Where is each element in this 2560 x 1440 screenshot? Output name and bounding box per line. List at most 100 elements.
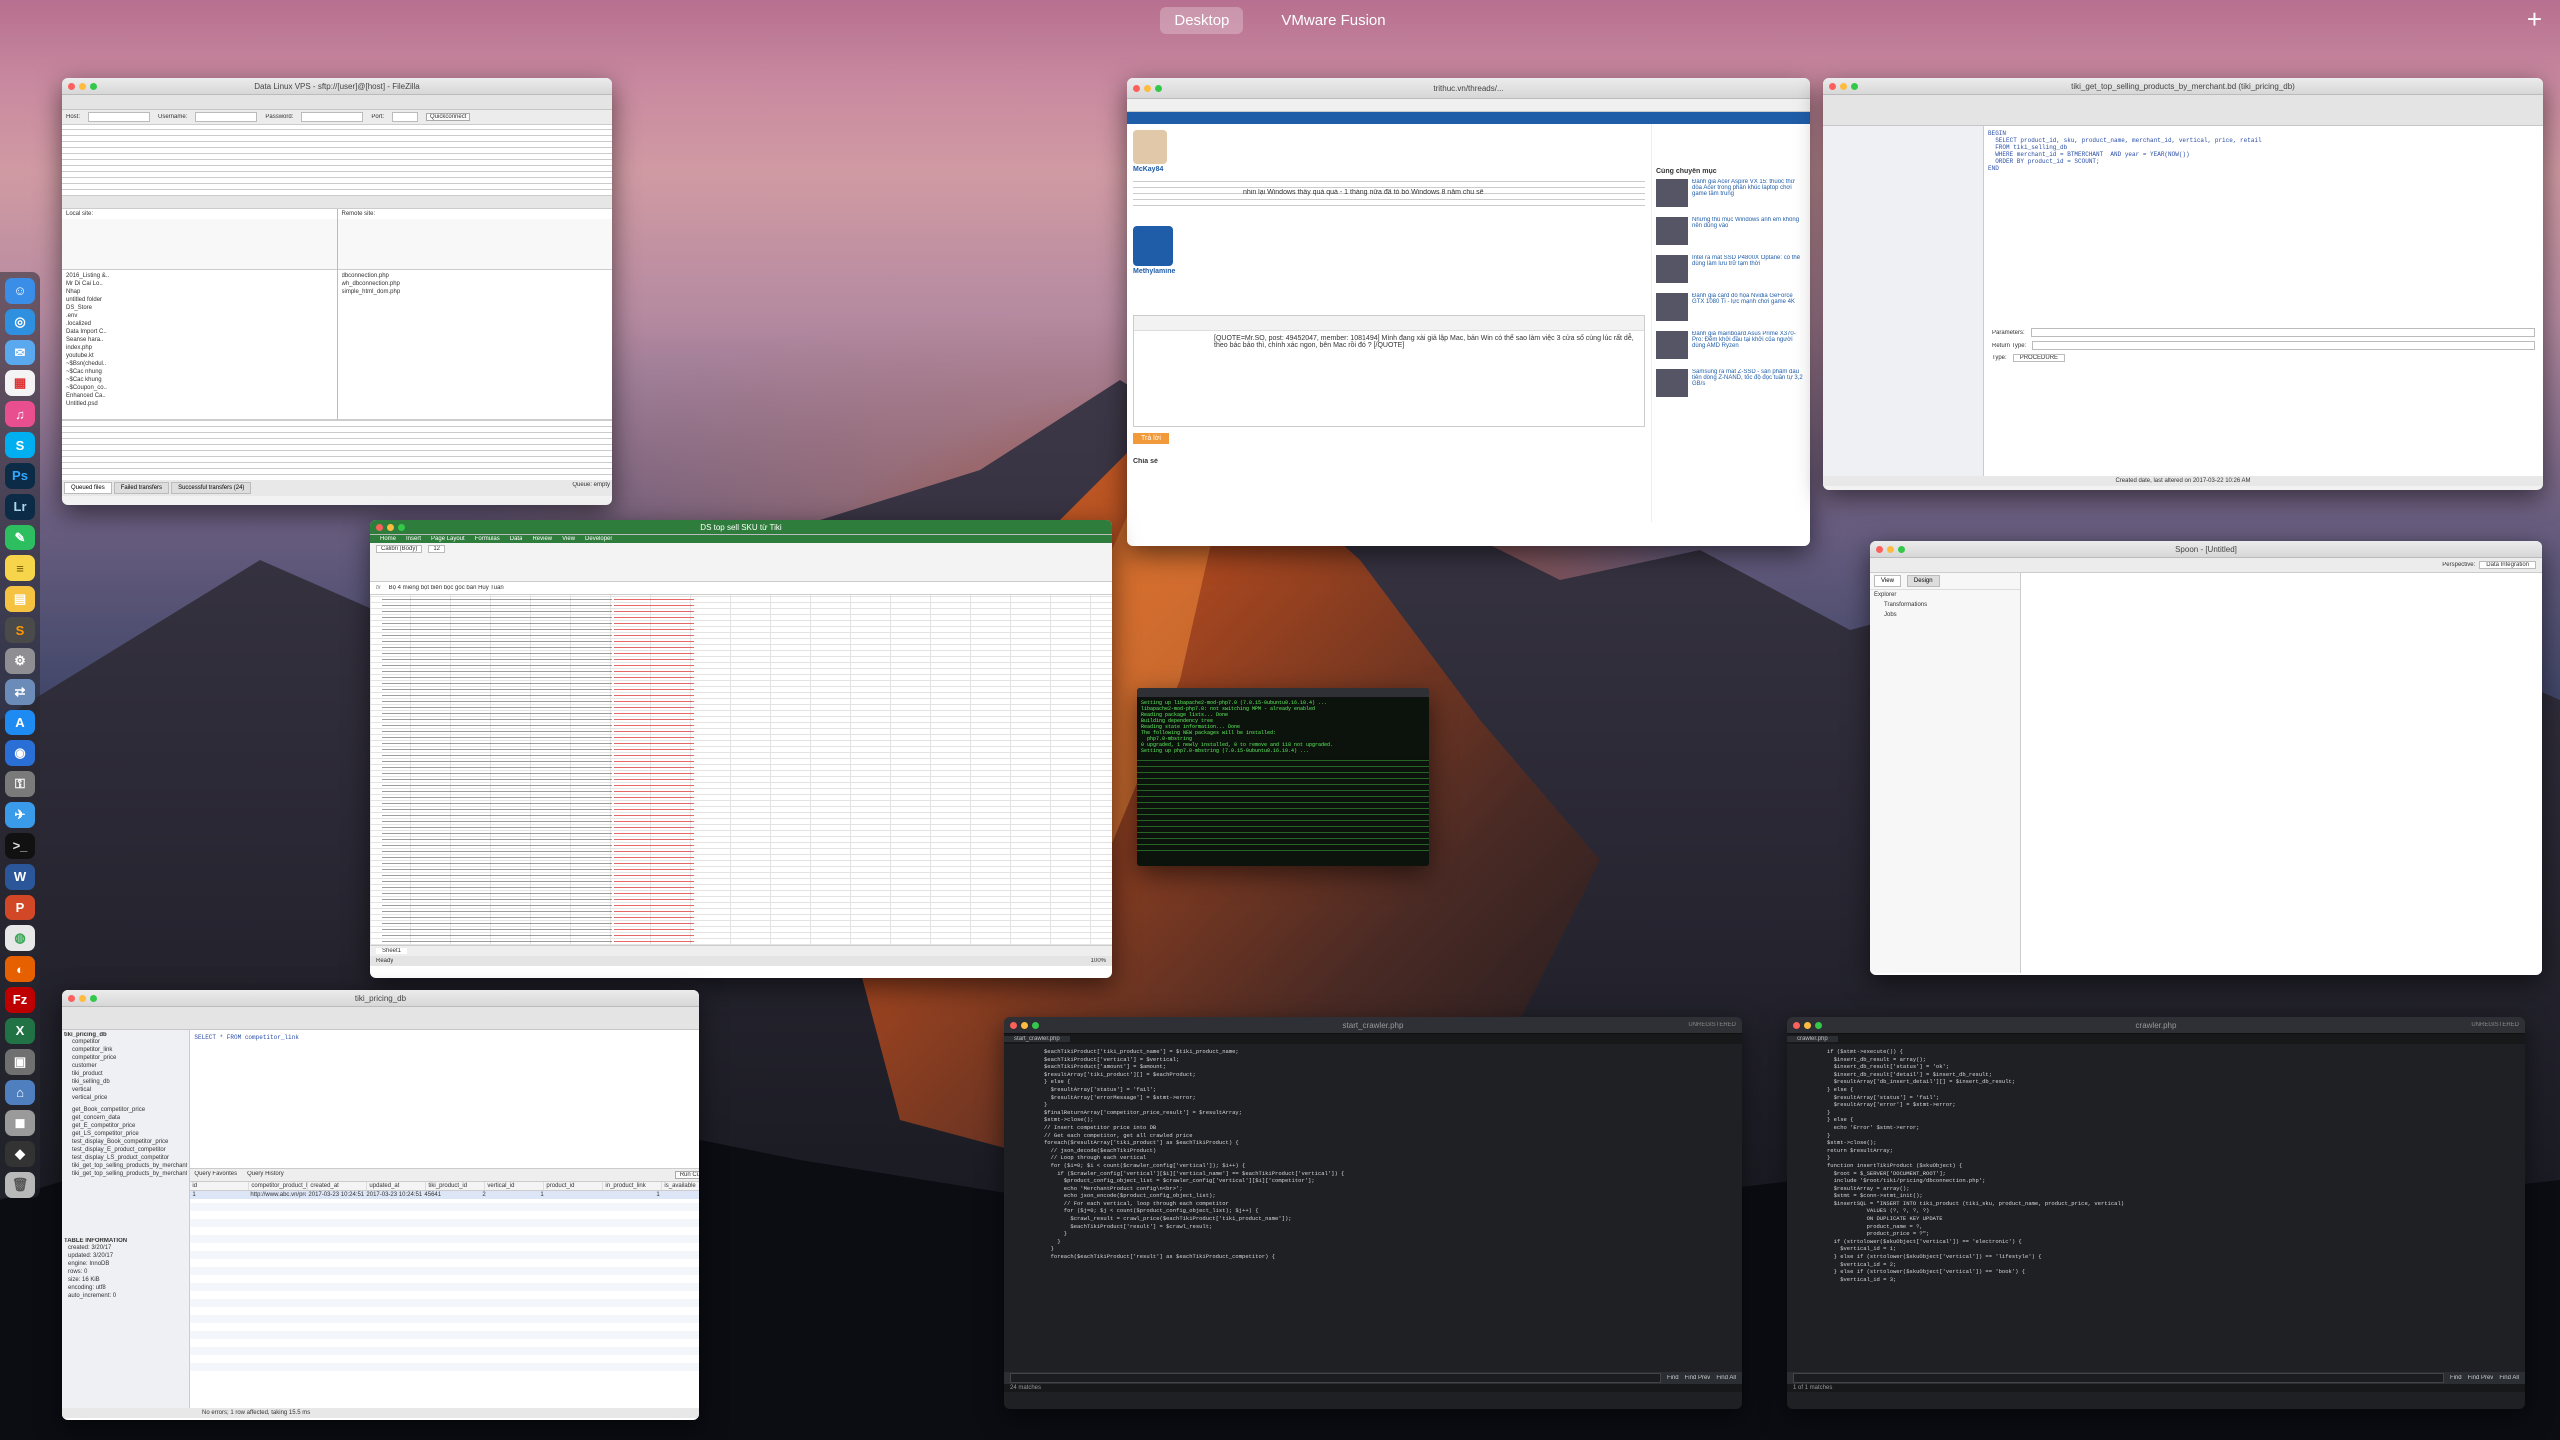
- zoom-icon[interactable]: [1155, 84, 1162, 92]
- table-cell[interactable]: http://www.abc.vn/product/...: [248, 1191, 306, 1199]
- related-article-link[interactable]: Đánh giá Acer Aspire VX 15: thuốc thử dò…: [1656, 179, 1806, 207]
- local-file-list[interactable]: 2016_Listing &.. Mr Di Cai Lo.. Nhap untitl…: [62, 270, 337, 410]
- related-article-link[interactable]: Samsung ra mắt Z-SSD - sản phẩm đầu tiên…: [1656, 369, 1806, 397]
- zoom-icon[interactable]: [1815, 1021, 1822, 1029]
- query-editor[interactable]: SELECT * FROM competitor_link: [190, 1030, 699, 1168]
- url-bar[interactable]: trithuc.vn/threads/...: [1127, 84, 1810, 93]
- minimize-icon[interactable]: [1144, 84, 1151, 92]
- excel-window[interactable]: DS top sell SKU từ Tiki Home Insert Page…: [370, 520, 1112, 978]
- spoon-window[interactable]: Spoon - [Untitled] Perspective: Data Int…: [1870, 541, 2542, 975]
- minimize-icon[interactable]: [1840, 82, 1847, 90]
- sidebar-item-procedure[interactable]: get_Book_competitor_price: [64, 1106, 187, 1114]
- info-item[interactable]: size: 16 KiB: [64, 1276, 187, 1284]
- related-article-link[interactable]: Đánh giá mainboard Asus Prime X370-Pro: …: [1656, 331, 1806, 359]
- terminal-window[interactable]: Setting up libapache2-mod-php7.0 (7.0.15…: [1137, 688, 1429, 866]
- quote-text[interactable]: [QUOTE=Mr.SO, post: 49452047, member: 10…: [1134, 331, 1644, 353]
- migration-icon[interactable]: ⇄: [5, 678, 35, 705]
- table-cell[interactable]: 2017-03-23 10:24:51: [364, 1191, 422, 1199]
- list-item[interactable]: youtube.kt: [66, 352, 333, 360]
- sidebar-item-procedure[interactable]: tiki_get_top_selling_products_by_merchan…: [64, 1162, 187, 1170]
- info-item[interactable]: auto_increment: 0: [64, 1292, 187, 1300]
- add-space-button[interactable]: +: [2527, 6, 2542, 32]
- stickies-icon[interactable]: ▤: [5, 586, 35, 613]
- calendar-icon[interactable]: ▦: [5, 370, 35, 397]
- procedure-list[interactable]: get_Book_competitor_price get_concern_dat…: [64, 1106, 187, 1178]
- list-item[interactable]: DS_Store: [66, 304, 333, 312]
- list-item[interactable]: ~$Bsn(chedul..: [66, 360, 333, 368]
- lightroom-icon[interactable]: Lr: [5, 493, 35, 520]
- zoom-icon[interactable]: [1032, 1021, 1039, 1029]
- zoom-icon[interactable]: [398, 523, 405, 531]
- sheet-tab[interactable]: Sheet1: [376, 948, 408, 954]
- column-header[interactable]: is_available: [662, 1182, 699, 1190]
- tree-jobs[interactable]: Jobs: [1870, 610, 2020, 620]
- sidebar-item-table[interactable]: competitor_link: [64, 1046, 187, 1054]
- zoom-icon[interactable]: [1898, 545, 1905, 553]
- remote-file-list[interactable]: dbconnection.php wh_dbconnection.php simpl…: [338, 270, 613, 298]
- zoom-icon[interactable]: [90, 994, 97, 1002]
- word-icon[interactable]: W: [5, 863, 35, 890]
- sublime-window-1[interactable]: start_crawler.php UNREGISTERED start_cra…: [1004, 1017, 1742, 1409]
- username-input[interactable]: [195, 112, 258, 122]
- safari2-icon[interactable]: ◉: [5, 740, 35, 767]
- return-type-input[interactable]: [2032, 341, 2535, 350]
- schema-tree[interactable]: [1823, 126, 1984, 476]
- info-item[interactable]: updated: 3/20/17: [64, 1252, 187, 1260]
- powerpoint-icon[interactable]: P: [5, 894, 35, 921]
- close-icon[interactable]: [1010, 1021, 1017, 1029]
- list-item[interactable]: ~$Cac khung: [66, 376, 333, 384]
- info-item[interactable]: encoding: utf8: [64, 1284, 187, 1292]
- tree-transformations[interactable]: Transformations: [1870, 600, 2020, 610]
- table-cell[interactable]: 45641: [422, 1191, 480, 1199]
- find-button[interactable]: Find: [1667, 1375, 1679, 1381]
- table-list[interactable]: competitor competitor_link competitor_pric…: [64, 1038, 187, 1102]
- sidebar-item-procedure[interactable]: test_display_LS_product_competitor: [64, 1154, 187, 1162]
- sublime-icon[interactable]: S: [5, 617, 35, 643]
- tab-review[interactable]: Review: [532, 536, 552, 542]
- quickconnect-button[interactable]: Quickconnect: [426, 113, 471, 121]
- find-button[interactable]: Find: [2450, 1375, 2462, 1381]
- close-icon[interactable]: [376, 523, 383, 531]
- filezilla-icon[interactable]: Fz: [5, 987, 35, 1013]
- table-cell[interactable]: 1: [654, 1191, 699, 1199]
- filezilla-window[interactable]: Data Linux VPS - sftp://[user]@[host] - …: [62, 78, 612, 505]
- vmware-icon[interactable]: ▣: [5, 1048, 35, 1075]
- mail2-icon[interactable]: ✈: [5, 802, 35, 828]
- appstore-icon[interactable]: A: [5, 709, 35, 736]
- query-history-button[interactable]: Query History: [247, 1171, 284, 1179]
- minimize-icon[interactable]: [387, 523, 394, 531]
- post-user-1[interactable]: McKay84: [1133, 166, 1645, 173]
- safari-window[interactable]: trithuc.vn/threads/... McKay84 nhin lại …: [1127, 78, 1810, 546]
- list-item[interactable]: .env: [66, 312, 333, 320]
- column-header[interactable]: updated_at: [367, 1182, 427, 1190]
- info-item[interactable]: engine: InnoDB: [64, 1260, 187, 1268]
- related-article-link[interactable]: Intel ra mắt SSD P4800X Optane: có thể d…: [1656, 255, 1806, 283]
- related-article-link[interactable]: Những thủ mục Windows anh em không nên d…: [1656, 217, 1806, 245]
- terminal-icon[interactable]: >_: [5, 832, 35, 859]
- close-icon[interactable]: [1133, 84, 1140, 92]
- list-item[interactable]: simple_html_dom.php: [342, 288, 609, 296]
- db-tool-window[interactable]: tiki_get_top_selling_products_by_merchan…: [1823, 78, 2543, 490]
- zoom-icon[interactable]: [90, 82, 97, 90]
- run-current-button[interactable]: Run Current: [674, 1171, 699, 1179]
- related-article-link[interactable]: Đánh giá card đồ họa Nvidia GeForce GTX …: [1656, 293, 1806, 321]
- list-item[interactable]: wh_dbconnection.php: [342, 280, 609, 288]
- zoom-icon[interactable]: [1851, 82, 1858, 90]
- cleaner-icon[interactable]: ◆: [5, 1141, 35, 1168]
- routine-editor[interactable]: BEGIN SELECT product_id, sku, product_na…: [1984, 126, 2543, 476]
- list-item[interactable]: Seanse hara..: [66, 336, 333, 344]
- space-desktop[interactable]: Desktop: [1160, 6, 1244, 34]
- tab-data[interactable]: Data: [510, 536, 523, 542]
- tab-developer[interactable]: Developer: [585, 536, 612, 542]
- tab-successful-transfers[interactable]: Successful transfers (24): [171, 482, 252, 494]
- sublime-window-2[interactable]: crawler.php UNREGISTERED crawler.php if …: [1787, 1017, 2525, 1409]
- sidebar-item-procedure[interactable]: test_display_E_product_competitor: [64, 1146, 187, 1154]
- tab-view[interactable]: View: [1874, 575, 1901, 587]
- list-item[interactable]: Data Import C..: [66, 328, 333, 336]
- table-cell[interactable]: 1: [538, 1191, 596, 1199]
- column-header[interactable]: vertical_id: [485, 1182, 545, 1190]
- font-name-select[interactable]: Calibri (Body): [376, 545, 423, 553]
- photoshop-icon[interactable]: Ps: [5, 462, 35, 489]
- column-header[interactable]: in_product_link: [603, 1182, 663, 1190]
- sidebar-item-table[interactable]: competitor: [64, 1038, 187, 1046]
